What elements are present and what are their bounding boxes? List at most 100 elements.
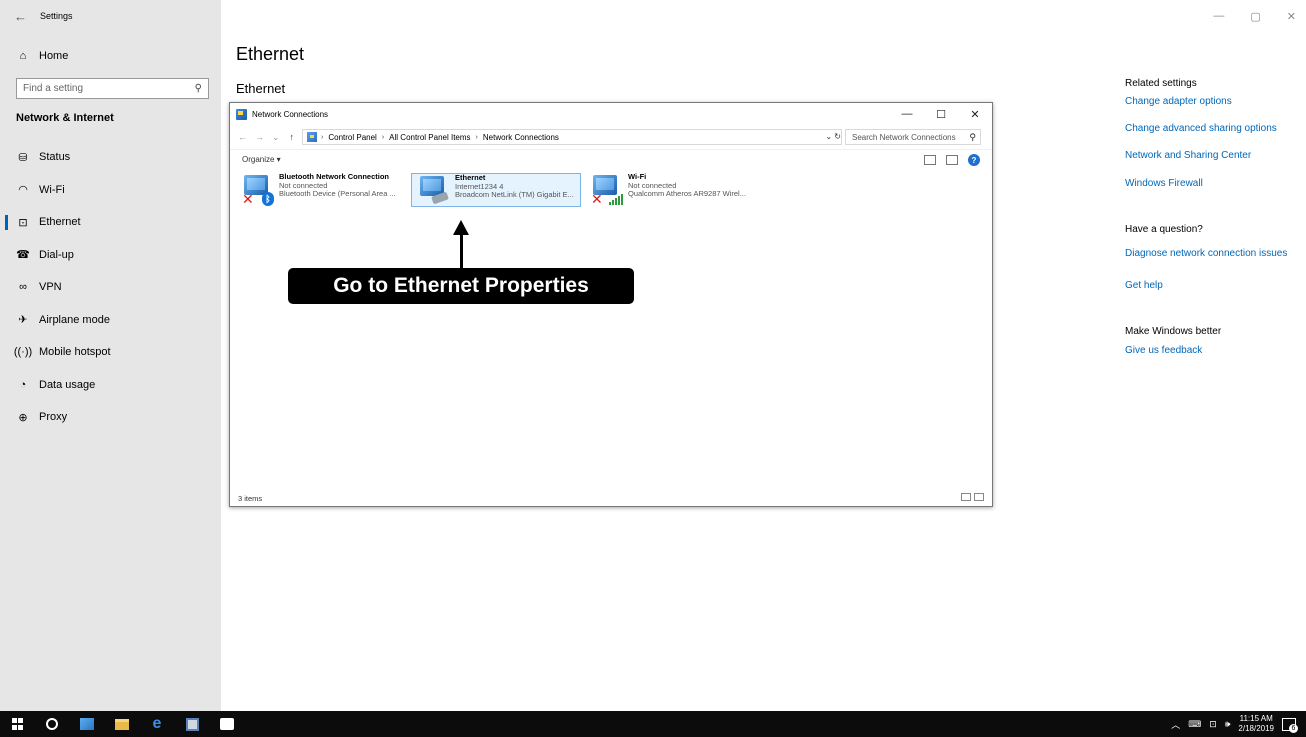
start-icon[interactable] (10, 717, 24, 731)
breadcrumb-control-panel[interactable]: Control Panel (328, 133, 376, 142)
breadcrumb-all-items[interactable]: All Control Panel Items (389, 133, 470, 142)
file-explorer-icon[interactable] (115, 717, 129, 731)
sidebar-item-label: Mobile hotspot (39, 346, 111, 359)
settings-titlebar: ← Settings (0, 0, 221, 32)
tray-volume-icon[interactable]: 🕪 (1225, 719, 1231, 730)
tray-date: 2/18/2019 (1238, 724, 1274, 733)
explorer-title: Network Connections (252, 109, 329, 119)
up-icon[interactable]: ↑ (290, 132, 295, 142)
change-view-icon[interactable] (924, 155, 936, 165)
nav-home[interactable]: ⌂ Home (0, 44, 221, 68)
connection-text: Bluetooth Network Connection Not connecte… (279, 172, 396, 199)
back-icon[interactable]: ← (238, 132, 247, 142)
home-icon: ⌂ (19, 50, 27, 62)
sidebar-item-mobile-hotspot[interactable]: ((·)) Mobile hotspot (0, 336, 221, 369)
settings-sidebar: ← Settings ⌂ Home Find a setting ⚲ Netwo… (0, 0, 221, 711)
breadcrumb-network-connections[interactable]: Network Connections (483, 133, 559, 142)
bluetooth-adapter-icon: ✕ ᛒ (242, 173, 274, 207)
cortana-icon[interactable] (45, 717, 59, 731)
back-arrow-icon[interactable]: ← (14, 9, 30, 24)
tray-network-icon[interactable]: ⊡ (1209, 719, 1217, 730)
sidebar-item-airplane-mode[interactable]: ✈ Airplane mode (0, 304, 221, 337)
link-windows-firewall[interactable]: Windows Firewall (1125, 178, 1300, 190)
link-give-feedback[interactable]: Give us feedback (1125, 345, 1300, 357)
explorer-search-icon: ⚲ (969, 131, 976, 142)
explorer-close-button[interactable]: ✕ (958, 103, 992, 125)
sidebar-item-status[interactable]: ⛁ Status (0, 141, 221, 174)
explorer-address-row: ← → ⌄ ↑ › Control Panel › All Control Pa… (230, 127, 992, 147)
explorer-window-controls: — ☐ ✕ (890, 103, 992, 125)
maximize-button[interactable]: ▢ (1250, 10, 1260, 23)
connection-text: Wi-Fi Not connected Qualcomm Atheros AR928… (628, 172, 746, 199)
explorer-search-placeholder: Search Network Connections (852, 132, 956, 142)
explorer-search-box[interactable]: Search Network Connections ⚲ (845, 129, 981, 145)
sidebar-item-vpn[interactable]: ∞ VPN (0, 271, 221, 304)
minimize-button[interactable]: — (1213, 10, 1224, 23)
section-heading: Network & Internet (16, 112, 114, 124)
find-setting-placeholder: Find a setting (23, 83, 84, 94)
annotation-callout: Go to Ethernet Properties (288, 268, 634, 304)
close-button[interactable]: ✕ (1287, 10, 1296, 23)
window-controls: — ▢ ✕ (1213, 10, 1296, 23)
link-network-sharing-center[interactable]: Network and Sharing Center (1125, 150, 1300, 162)
make-better-heading: Make Windows better (1125, 326, 1222, 337)
preview-pane-icon[interactable] (946, 155, 958, 165)
recent-dropdown-icon[interactable]: ⌄ (272, 132, 280, 143)
sidebar-item-proxy[interactable]: ⊕ Proxy (0, 401, 221, 434)
app-title: Settings (40, 11, 73, 21)
tray-keyboard-icon[interactable]: ⌨ (1188, 719, 1201, 730)
link-advanced-sharing[interactable]: Change advanced sharing options (1125, 123, 1300, 135)
sidebar-item-wi-fi[interactable]: ◠ Wi-Fi (0, 174, 221, 207)
annotation-arrow-line (460, 233, 463, 270)
page-subtitle: Ethernet (236, 81, 286, 96)
explorer-minimize-button[interactable]: — (890, 103, 924, 125)
help-icon[interactable]: ? (968, 154, 980, 166)
view-toggle-icons[interactable] (961, 493, 984, 501)
dialup-icon: ☎ (16, 249, 30, 262)
forward-icon[interactable]: → (255, 132, 264, 142)
connection-bluetooth[interactable]: ✕ ᛒ Bluetooth Network Connection Not connec… (236, 172, 406, 207)
tray-chevron-icon[interactable]: ︿ (1171, 718, 1180, 731)
sidebar-item-label: Airplane mode (39, 313, 110, 326)
explorer-toolbar: Organize ▾ ? (230, 149, 992, 169)
network-app-icon[interactable] (80, 717, 94, 731)
settings-taskbar-icon[interactable] (220, 717, 234, 731)
question-heading: Have a question? (1125, 224, 1203, 235)
explorer-maximize-button[interactable]: ☐ (924, 103, 958, 125)
connection-device: Qualcomm Atheros AR9287 Wirel... (628, 189, 746, 198)
data-usage-icon: ◔ (19, 378, 27, 391)
taskbar: e ︿ ⌨ ⊡ 🕪 11:15 AM 2/18/2019 6 (0, 711, 1306, 737)
edge-icon[interactable]: e (150, 715, 164, 732)
wifi-icon: ◠ (18, 184, 28, 197)
tray-clock[interactable]: 11:15 AM 2/18/2019 (1238, 714, 1274, 734)
sidebar-item-dial-up[interactable]: ☎ Dial-up (0, 239, 221, 272)
organize-menu[interactable]: Organize ▾ (242, 155, 281, 164)
vpn-icon: ∞ (19, 281, 27, 294)
proxy-icon: ⊕ (18, 411, 28, 424)
link-get-help[interactable]: Get help (1125, 280, 1300, 292)
connection-text: Ethernet Internet1234 4 Broadcom NetLink (… (455, 173, 574, 200)
sidebar-item-ethernet[interactable]: ⊡ Ethernet (0, 206, 221, 239)
connection-ethernet[interactable]: Ethernet Internet1234 4 Broadcom NetLink (… (411, 173, 581, 207)
refresh-icon[interactable]: ⌄ ↻ (825, 132, 841, 141)
find-setting-search[interactable]: Find a setting ⚲ (16, 78, 209, 99)
related-settings-heading: Related settings (1125, 78, 1197, 89)
connection-wifi[interactable]: ✕ Wi-Fi Not connected Qualcomm Atheros AR92… (585, 172, 755, 207)
address-bar[interactable]: › Control Panel › All Control Panel Item… (302, 129, 842, 145)
search-icon: ⚲ (194, 83, 202, 94)
airplane-icon: ✈ (18, 314, 28, 327)
sidebar-item-data-usage[interactable]: ◔ Data usage (0, 369, 221, 402)
item-count: 3 items (238, 493, 263, 503)
taskbar-apps: e (10, 711, 234, 737)
ethernet-adapter-icon (418, 174, 450, 206)
sidebar-item-label: Wi-Fi (39, 183, 65, 196)
wifi-adapter-icon: ✕ (591, 173, 623, 207)
link-change-adapter-options[interactable]: Change adapter options (1125, 96, 1300, 108)
page-title: Ethernet (236, 44, 305, 64)
nav-home-label: Home (39, 50, 69, 62)
sidebar-item-label: Status (39, 151, 71, 164)
link-diagnose[interactable]: Diagnose network connection issues (1125, 248, 1300, 260)
control-panel-taskbar-icon[interactable] (185, 717, 199, 731)
sidebar-item-label: Dial-up (39, 248, 74, 261)
action-center-icon[interactable]: 6 (1282, 717, 1298, 733)
